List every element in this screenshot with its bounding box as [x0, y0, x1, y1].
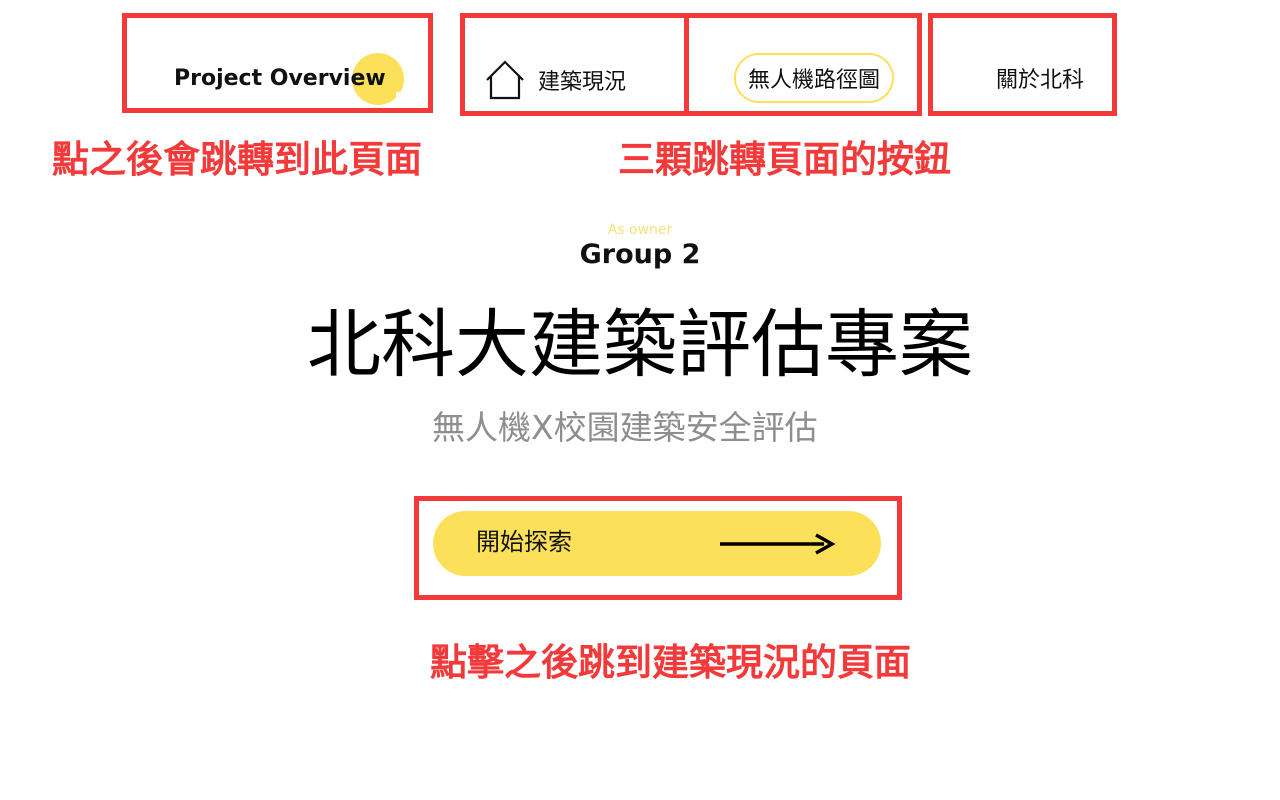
- annotation-box-overview: [122, 13, 433, 113]
- page-subtitle: 無人機X校園建築安全評估: [432, 408, 818, 447]
- page-title: 北科大建築評估專案: [307, 302, 973, 388]
- annotation-nav-note: 三顆跳轉頁面的按鈕: [618, 138, 951, 181]
- hero-eyebrow: As owner: [607, 222, 673, 238]
- annotation-cta-note: 點擊之後跳到建築現況的頁面: [430, 641, 911, 684]
- annotation-overview-note: 點之後會跳轉到此頁面: [52, 138, 422, 181]
- annotation-box-nav-2: [684, 13, 922, 116]
- annotation-box-cta: [414, 496, 902, 600]
- annotation-box-nav-3: [928, 13, 1117, 116]
- hero-group-name: Group 2: [579, 239, 701, 270]
- annotation-box-nav-1: [460, 13, 689, 116]
